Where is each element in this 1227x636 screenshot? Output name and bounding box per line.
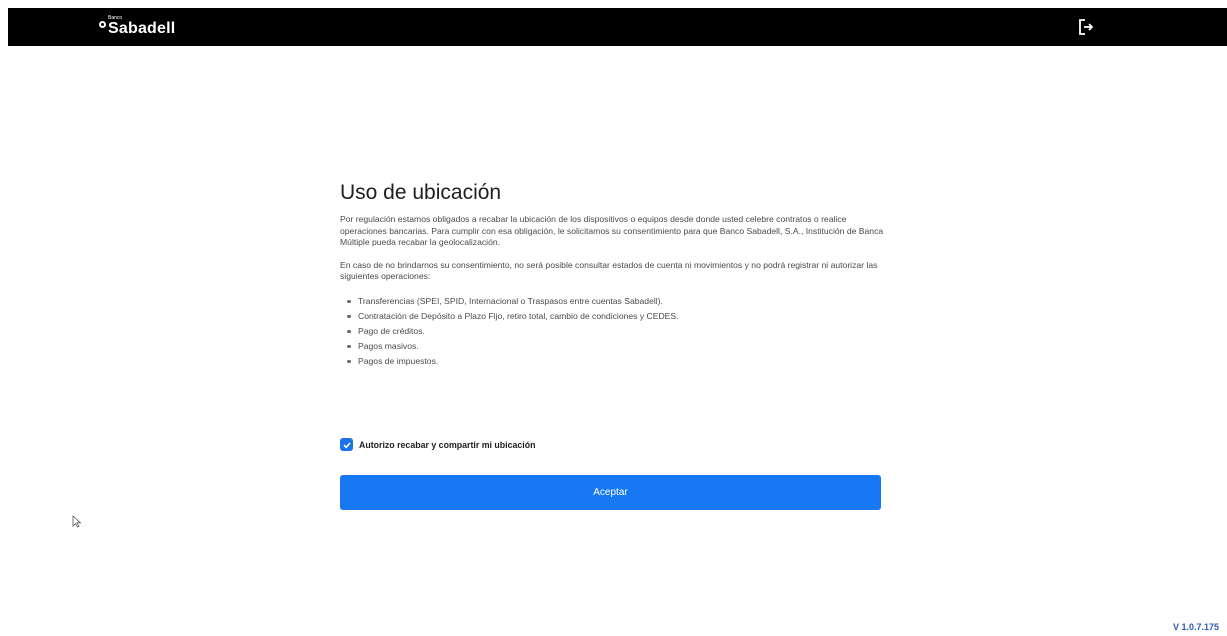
consent-warning-paragraph: En caso de no brindarnos su consentimien…	[340, 259, 878, 282]
consent-label: Autorizo recabar y compartir mi ubicació…	[359, 439, 536, 450]
checkmark-icon	[342, 441, 351, 448]
top-bar: Banco Sabadell	[8, 8, 1227, 46]
list-item: Transferencias (SPEI, SPID, Internaciona…	[340, 294, 885, 309]
location-consent-checkbox-row[interactable]: Autorizo recabar y compartir mi ubicació…	[340, 438, 535, 451]
version-label: V 1.0.7.175	[1172, 622, 1219, 632]
operations-list: Transferencias (SPEI, SPID, Internaciona…	[340, 294, 885, 369]
page-title: Uso de ubicación	[340, 181, 502, 204]
logout-icon[interactable]	[1076, 17, 1096, 37]
regulation-paragraph: Por regulación estamos obligados a recab…	[340, 214, 884, 248]
logo-circle-icon	[99, 21, 106, 28]
mouse-cursor-icon	[72, 515, 82, 528]
location-consent-panel: Uso de ubicación Por regulación estamos …	[340, 178, 885, 510]
logo-name-text: Sabadell	[108, 20, 176, 37]
list-item: Pagos masivos.	[340, 339, 885, 354]
list-item: Contratación de Depósito a Plazo Fijo, r…	[340, 309, 885, 324]
list-item: Pagos de impuestos.	[340, 354, 885, 369]
consent-checkbox[interactable]	[340, 438, 353, 451]
list-item: Pago de créditos.	[340, 324, 885, 339]
accept-button[interactable]: Aceptar	[340, 475, 881, 510]
